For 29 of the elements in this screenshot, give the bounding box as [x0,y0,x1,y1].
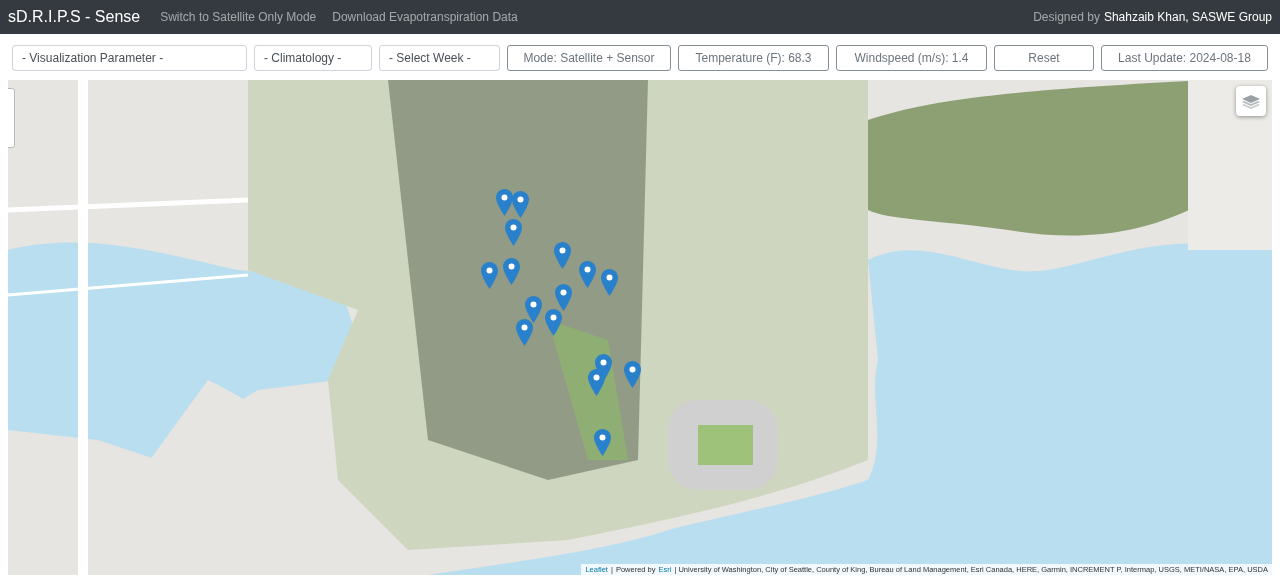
map-marker-icon[interactable] [481,262,498,289]
map-marker-icon[interactable] [601,269,618,296]
layers-button[interactable] [1236,86,1266,116]
map-marker-icon[interactable] [554,242,571,269]
map-marker-icon[interactable] [545,309,562,336]
toolbar-button[interactable]: Last Update: 2024-08-18 [1101,45,1268,71]
map-marker-icon[interactable] [516,319,533,346]
map-marker-icon[interactable] [624,361,641,388]
dropdown-select[interactable]: - Climatology - [254,45,372,71]
map-marker-icon[interactable] [505,219,522,246]
map-marker-icon[interactable] [496,189,513,216]
credit-author: Shahzaib Khan, SASWE Group [1103,10,1272,24]
map-marker-icon[interactable] [503,258,520,285]
toolbar-button[interactable]: Temperature (F): 68.3 [678,45,829,71]
map-marker-icon[interactable] [588,369,605,396]
toolbar-button[interactable]: Reset [994,45,1094,71]
map-marker-icon[interactable] [512,191,529,218]
dropdown-select[interactable]: - Visualization Parameter - [12,45,247,71]
credit-prefix: Designed by [1033,10,1100,24]
toolbar-button[interactable]: Windspeed (m/s): 1.4 [836,45,987,71]
map-marker-icon[interactable] [555,284,572,311]
nav-link[interactable]: Download Evapotranspiration Data [332,10,518,24]
map-marker-icon[interactable] [525,296,542,323]
nav-link[interactable]: Switch to Satellite Only Mode [160,10,317,24]
toolbar-button[interactable]: Mode: Satellite + Sensor [507,45,671,71]
dropdown-select[interactable]: - Select Week - [379,45,500,71]
map-marker-icon[interactable] [594,429,611,456]
map-marker-icon[interactable] [579,261,596,288]
app-brand[interactable]: sD.R.I.P.S - Sense [8,8,141,26]
